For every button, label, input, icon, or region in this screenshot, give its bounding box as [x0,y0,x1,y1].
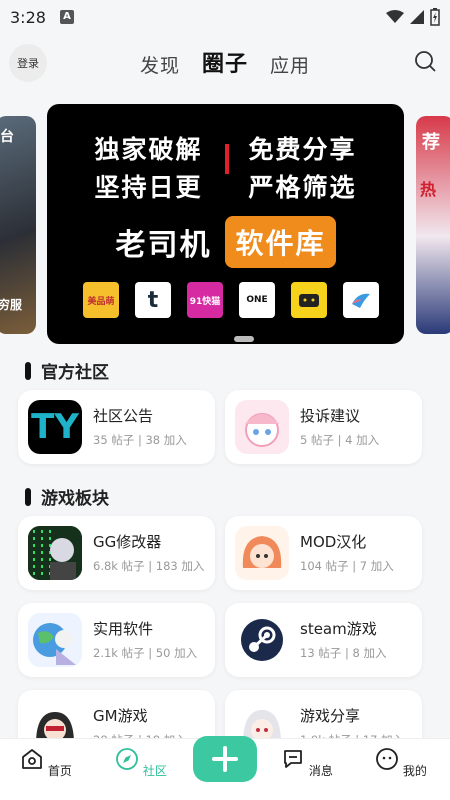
nav-community[interactable]: 社区 [111,747,171,779]
section-official-title: 官方社区 [25,358,109,383]
app-logo: ONE [239,282,275,318]
nav-label: 消息 [308,764,333,778]
anime-avatar-icon [242,536,282,568]
board-icon [235,613,289,667]
side-left-text: 台 [0,129,14,145]
board-card-announce[interactable]: TY 社区公告 35 帖子 | 38 加入 [18,390,215,464]
board-meta: 6.8k 帖子 | 183 加入 [93,559,205,573]
status-icons [386,8,440,26]
signal-icon [410,10,424,24]
banner-app-row: 美品萌 t 91快猫 ONE [83,282,379,318]
nav-label: 首页 [47,764,72,778]
side-right-text: 荐 [422,132,440,153]
board-icon [235,526,289,580]
board-name: 游戏分享 [300,707,361,725]
face-icon [376,748,398,770]
nav-label: 社区 [142,764,167,778]
status-time: 3:28 [10,7,46,27]
board-card-software[interactable]: 实用软件 2.1k 帖子 | 50 加入 [18,603,215,677]
carousel-next-card[interactable]: 荐 热 [416,116,450,334]
top-header: 登录 发现 圈子 应用 [0,40,450,86]
banner-text: 严格筛选 [248,173,357,202]
banner-brand: 老司机 软件库 [47,216,404,268]
banner-line2: 坚持日更 严格筛选 [47,168,404,204]
board-name: GG修改器 [93,533,162,551]
add-post-button[interactable] [193,736,257,782]
status-bar: 3:28 A [0,0,450,34]
tab-circle[interactable]: 圈子 [202,46,248,78]
banner-main[interactable]: 独家破解 免费分享 坚持日更 严格筛选 老司机 软件库 美品萌 t 91快猫 O… [47,104,404,344]
chat-icon [284,750,302,768]
compass-icon [116,748,138,770]
board-card-mod[interactable]: MOD汉化 104 帖子 | 7 加入 [225,516,422,590]
app-logo: t [135,282,171,318]
board-card-steam[interactable]: steam游戏 13 帖子 | 8 加入 [225,603,422,677]
board-meta: 2.1k 帖子 | 50 加入 [93,646,198,660]
search-icon[interactable] [414,50,436,72]
section-marker [25,361,31,380]
section-title-text: 官方社区 [41,363,109,383]
home-icon [22,749,42,769]
side-left-text2: 穷服 [0,298,23,312]
battery-icon [430,8,440,26]
carousel-prev-card[interactable]: 台 穷服 [0,116,36,334]
ty-logo: TY [31,407,79,447]
board-meta: 5 帖子 | 4 加入 [300,433,380,447]
board-name: GM游戏 [93,707,148,725]
board-name: 社区公告 [93,407,154,425]
board-name: steam游戏 [300,620,377,638]
anime-avatar-icon [245,413,279,447]
notification-icon: A [59,10,74,24]
app-logo: 美品萌 [83,282,119,318]
banner-text: 免费分享 [248,135,357,164]
board-icon: TY [28,400,82,454]
globe-avatar-icon [33,623,76,665]
nav-messages[interactable]: 消息 [277,747,337,779]
board-card-gg[interactable]: GG修改器 6.8k 帖子 | 183 加入 [18,516,215,590]
section-title-text: 游戏板块 [41,489,109,509]
tv-icon [299,294,319,307]
app-logo [291,282,327,318]
board-icon [28,526,82,580]
app-logo [343,282,379,318]
board-icon [28,613,82,667]
tab-apps[interactable]: 应用 [270,51,310,78]
nav-mine[interactable]: 我的 [371,747,431,779]
side-right-text2: 热 [420,180,437,199]
top-tabs: 发现 圈子 应用 [0,46,450,78]
hacker-avatar-icon [28,526,82,580]
board-meta: 35 帖子 | 38 加入 [93,433,187,447]
plus-icon [212,746,238,772]
nav-home[interactable]: 首页 [16,747,76,779]
app-logo: 91快猫 [187,282,223,318]
banner-brand-badge: 软件库 [225,216,336,268]
section-marker [25,487,31,506]
banner-text: 坚持日更 [94,173,203,202]
board-meta: 104 帖子 | 7 加入 [300,559,394,573]
nav-label: 我的 [402,764,427,778]
bird-icon [352,293,370,308]
banner-text: 独家破解 [94,135,203,164]
board-icon [235,400,289,454]
wifi-icon [386,10,404,23]
banner-brand-text: 老司机 [115,228,212,263]
banner-carousel[interactable]: 台 穷服 独家破解 免费分享 坚持日更 严格筛选 老司机 软件库 美品萌 t 9… [0,104,450,344]
board-meta: 13 帖子 | 8 加入 [300,646,387,660]
steam-icon [241,619,283,661]
board-card-feedback[interactable]: 投诉建议 5 帖子 | 4 加入 [225,390,422,464]
bottom-navigation: 首页 社区 消息 我的 [0,736,450,800]
carousel-indicator [234,336,254,342]
section-games-title: 游戏板块 [25,484,109,509]
tab-discover[interactable]: 发现 [140,51,180,78]
board-name: 投诉建议 [300,407,361,425]
board-name: 实用软件 [93,620,154,638]
board-name: MOD汉化 [300,533,367,551]
